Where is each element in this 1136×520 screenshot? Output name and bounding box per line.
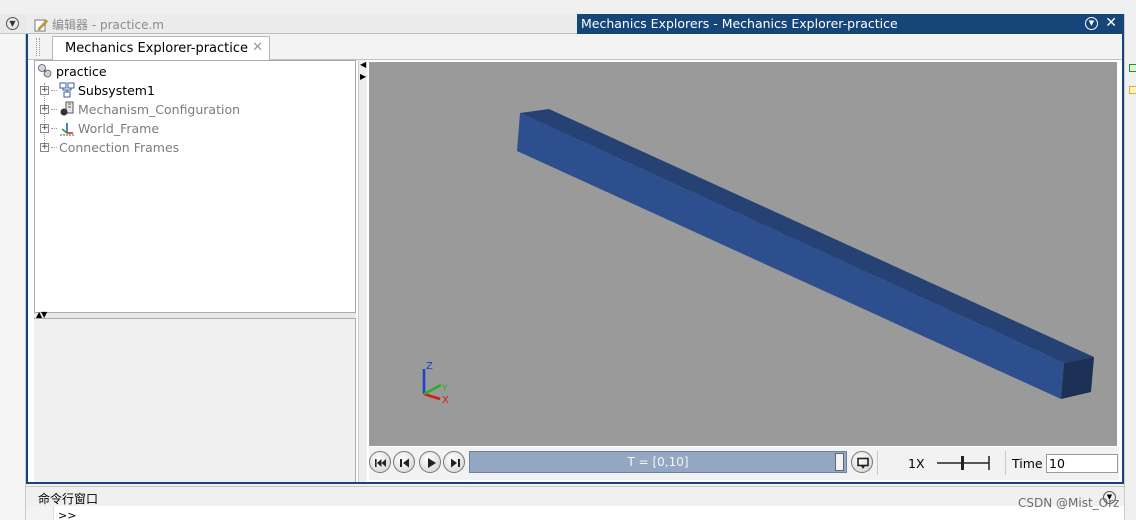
properties-panel xyxy=(34,319,356,482)
skip-to-start-icon xyxy=(375,459,386,467)
beam-end-face xyxy=(1061,357,1094,399)
z-axis-label: Z xyxy=(426,361,433,372)
progress-handle[interactable] xyxy=(835,453,844,471)
edit-pencil-icon xyxy=(34,19,48,31)
subsystem-icon xyxy=(59,82,75,98)
progress-label: T = [0,10] xyxy=(627,455,689,469)
3d-viewport[interactable]: Z Y X xyxy=(369,62,1117,446)
beam-top-face xyxy=(520,109,1094,363)
window-title-bar: 编辑器 - practice.m Mechanics Explorers - M… xyxy=(26,14,1124,34)
step-back-button[interactable] xyxy=(393,451,415,473)
step-forward-icon xyxy=(451,458,460,468)
time-label: Time xyxy=(1012,456,1043,471)
watermark: CSDN @Mist_Orz xyxy=(1018,496,1120,510)
tree-connector xyxy=(51,127,57,129)
tree-item-connection-frames[interactable]: + Connection Frames xyxy=(40,138,179,156)
tree-item-mechanism-configuration[interactable]: + Mechanism_Configuration xyxy=(40,100,240,118)
progress-bar[interactable]: T = [0,10] xyxy=(469,451,847,473)
green-marker-icon xyxy=(1129,64,1136,72)
y-axis-label: Y xyxy=(441,384,448,394)
window-menu-icon[interactable]: ▼ xyxy=(1085,17,1098,30)
tab-label: Mechanics Explorer-practice xyxy=(65,41,249,56)
command-gutter xyxy=(26,506,54,520)
play-icon xyxy=(428,458,436,468)
world-frame-icon xyxy=(60,123,74,136)
expand-icon[interactable]: + xyxy=(40,142,49,152)
mechanics-explorer-titlebar: Mechanics Explorers - Mechanics Explorer… xyxy=(577,14,1124,34)
model-tree: practice + Subsystem1 + Mechanism_Config… xyxy=(34,60,356,313)
yellow-marker-icon xyxy=(1129,86,1136,94)
axis-triad: Z Y X xyxy=(422,361,449,406)
tree-item-label: Connection Frames xyxy=(59,139,180,155)
close-icon[interactable]: ✕ xyxy=(1105,15,1117,31)
tree-item-subsystem1[interactable]: + Subsystem1 xyxy=(40,81,155,99)
playback-speed-label: 1X xyxy=(908,456,925,471)
tab-strip: Mechanics Explorer-practice ✕ xyxy=(28,34,1122,60)
left-strip-header: ▼ xyxy=(0,14,26,34)
x-axis-line xyxy=(423,392,441,401)
beam-front-face xyxy=(517,113,1064,399)
play-button[interactable] xyxy=(419,451,441,473)
tree-item-label: Subsystem1 xyxy=(78,82,155,98)
command-prompt: >> xyxy=(58,509,77,520)
tree-item-label: World_Frame xyxy=(78,120,160,136)
tab-grip-handle[interactable] xyxy=(36,38,40,56)
tree-item-world-frame[interactable]: + World_Frame xyxy=(40,119,159,137)
toolbar-separator xyxy=(877,451,878,475)
expand-icon[interactable]: + xyxy=(40,85,49,95)
tab-mechanics-explorer-practice[interactable]: Mechanics Explorer-practice ✕ xyxy=(52,36,270,60)
tree-root-row[interactable]: practice xyxy=(37,62,107,80)
splitter-arrows-icon[interactable]: ▲▼ xyxy=(36,311,47,319)
time-input[interactable] xyxy=(1046,454,1118,473)
tree-root-label: practice xyxy=(56,63,107,79)
expand-icon[interactable]: + xyxy=(40,104,49,114)
mechanics-explorer-panel: Mechanics Explorer-practice ✕ practice +… xyxy=(26,34,1124,484)
editor-title-text: 编辑器 - practice.m xyxy=(52,18,164,32)
step-forward-button[interactable] xyxy=(443,451,465,473)
tree-connector xyxy=(51,89,57,91)
loop-toggle-button[interactable] xyxy=(851,451,873,473)
collapse-left-icon[interactable]: ◀ xyxy=(360,60,366,69)
loop-icon xyxy=(857,457,869,469)
mechanism-config-icon xyxy=(60,101,74,116)
command-window[interactable]: >> xyxy=(26,506,1124,520)
tree-item-label: Mechanism_Configuration xyxy=(78,101,241,117)
playback-toolbar: T = [0,10] 1X Time xyxy=(369,447,1119,480)
right-side-strip xyxy=(1124,14,1136,520)
step-back-icon xyxy=(400,458,409,468)
editor-title[interactable]: 编辑器 - practice.m xyxy=(34,16,164,33)
mechanics-explorer-title: Mechanics Explorers - Mechanics Explorer… xyxy=(581,16,898,31)
tree-connector xyxy=(51,146,57,148)
sidebar-collapse-bar[interactable]: ◀ ▶ xyxy=(358,60,367,482)
command-window-header: 命令行窗口 ▼ xyxy=(26,486,1124,506)
toolbar-separator xyxy=(1005,451,1006,475)
speed-slider-thumb[interactable] xyxy=(961,456,964,470)
panel-menu-icon[interactable]: ▼ xyxy=(6,17,19,30)
viewport-canvas[interactable]: Z Y X xyxy=(369,62,1117,446)
tree-connector xyxy=(51,108,57,110)
speed-slider[interactable] xyxy=(937,452,993,474)
command-window-title: 命令行窗口 xyxy=(38,492,99,506)
x-axis-label: X xyxy=(442,395,449,406)
left-side-strip: ▼ xyxy=(0,14,26,520)
model-root-icon xyxy=(38,64,52,78)
skip-to-start-button[interactable] xyxy=(369,451,391,473)
y-axis-line xyxy=(423,383,442,396)
tab-close-icon[interactable]: ✕ xyxy=(252,40,263,55)
expand-right-icon[interactable]: ▶ xyxy=(360,72,366,81)
expand-icon[interactable]: + xyxy=(40,123,49,133)
